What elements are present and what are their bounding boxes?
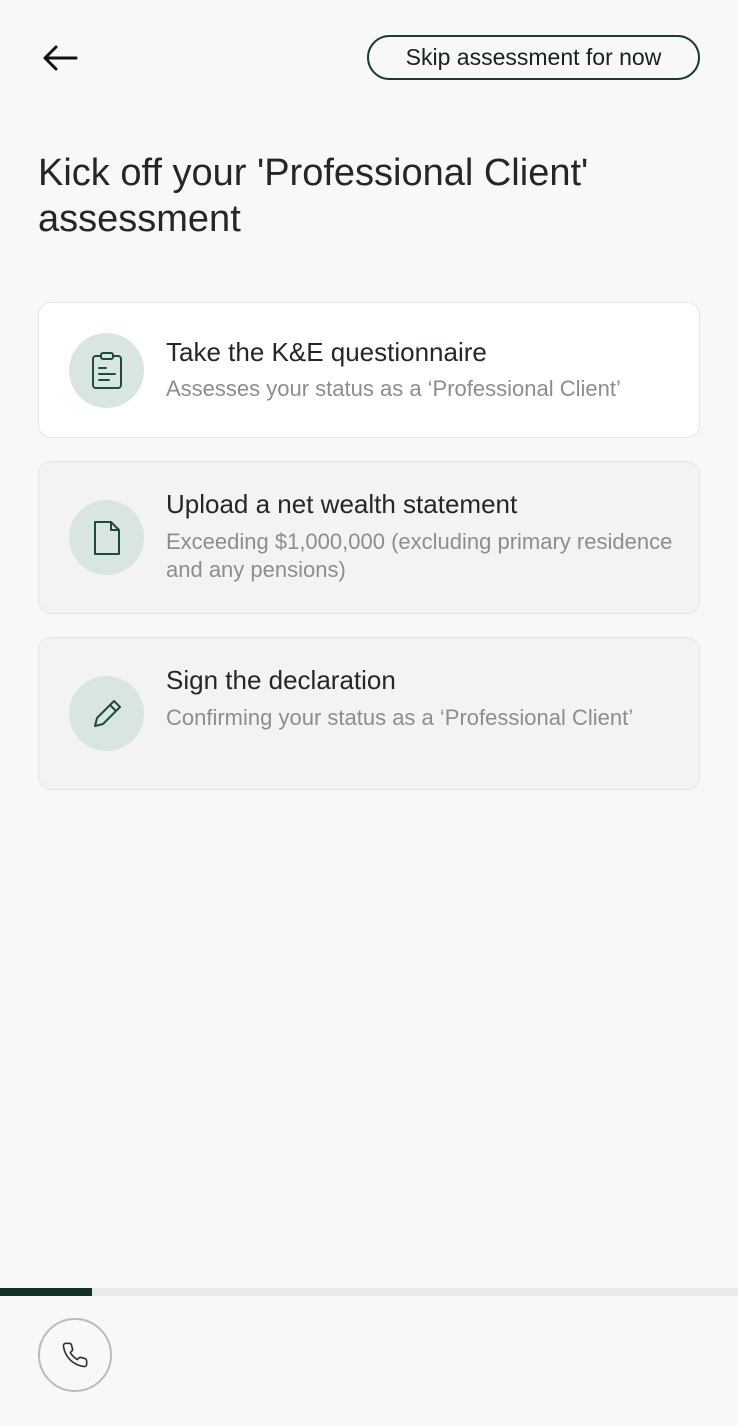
step-card-declaration[interactable]: Sign the declaration Confirming your sta… [38,637,700,790]
step-title: Take the K&E questionnaire [166,337,487,367]
step-card-net-wealth[interactable]: Upload a net wealth statement Exceeding … [38,461,700,614]
clipboard-icon [91,351,122,389]
step-title: Sign the declaration [166,665,396,695]
document-icon [93,520,120,555]
page-title: Kick off your 'Professional Client' asse… [38,152,589,240]
step-title: Upload a net wealth statement [166,489,518,519]
skip-assessment-button[interactable]: Skip assessment for now [367,35,700,80]
step-icon-circle [69,500,144,575]
step-description: Exceeding $1,000,000 (excluding primary … [166,529,673,582]
bottom-bar [0,1296,738,1426]
pencil-icon [93,699,121,727]
back-button[interactable] [38,38,82,78]
step-icon-circle [69,676,144,751]
progress-bar [0,1288,738,1296]
step-description: Assesses your status as a ‘Professional … [166,376,621,401]
phone-icon [62,1342,88,1368]
progress-bar-fill [0,1288,93,1296]
step-icon-circle [69,333,144,408]
call-button[interactable] [38,1318,112,1392]
step-description: Confirming your status as a ‘Professiona… [166,705,634,730]
arrow-left-icon [43,45,78,71]
step-card-questionnaire[interactable]: Take the K&E questionnaire Assesses your… [38,302,700,438]
